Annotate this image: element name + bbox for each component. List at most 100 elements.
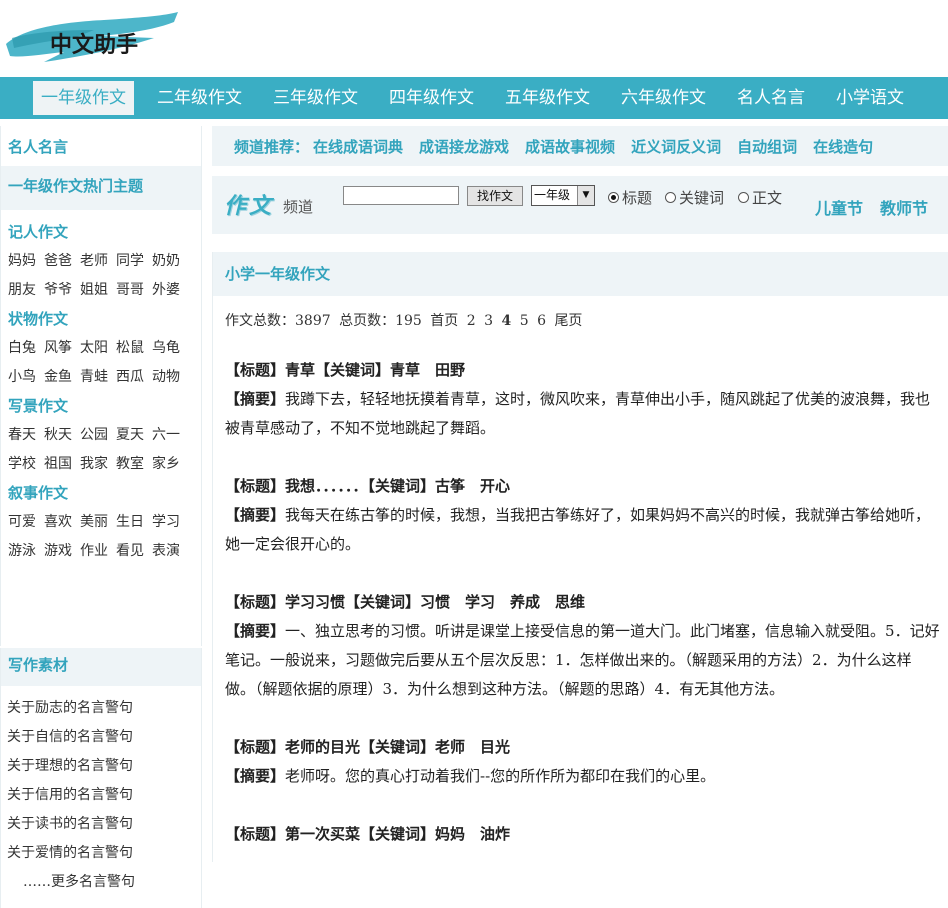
svg-text:CHINESEHELPER: CHINESEHELPER xyxy=(72,56,132,64)
festival-link-childrens-day[interactable]: 儿童节 xyxy=(815,195,863,219)
topic-link[interactable]: 白兔 xyxy=(8,334,36,363)
page-first[interactable]: 首页 xyxy=(430,313,458,329)
recommend-link[interactable]: 成语接龙游戏 xyxy=(419,136,509,157)
nav-grade2[interactable]: 二年级作文 xyxy=(149,81,250,115)
topic-link[interactable]: 六一 xyxy=(152,421,180,450)
nav-grade1[interactable]: 一年级作文 xyxy=(33,81,134,115)
topic-link[interactable]: 家乡 xyxy=(152,450,180,479)
sidebar-heading-quotes[interactable]: 名人名言 xyxy=(1,126,201,164)
nav-quotes[interactable]: 名人名言 xyxy=(729,81,813,115)
category-narrative[interactable]: 叙事作文 xyxy=(1,479,201,508)
topic-link[interactable]: 爸爸 xyxy=(44,247,72,276)
topic-link[interactable]: 西瓜 xyxy=(116,363,144,392)
nav-grade4[interactable]: 四年级作文 xyxy=(381,81,482,115)
topic-link[interactable]: 春天 xyxy=(8,421,36,450)
topic-link[interactable]: 太阳 xyxy=(80,334,108,363)
topic-link[interactable]: 外婆 xyxy=(152,276,180,305)
radio-label: 标题 xyxy=(622,187,652,208)
radio-title[interactable]: 标题 xyxy=(608,187,652,208)
topic-link[interactable]: 姐姐 xyxy=(80,276,108,305)
recommend-link[interactable]: 成语故事视频 xyxy=(525,136,615,157)
topic-link[interactable]: 哥哥 xyxy=(116,276,144,305)
topic-link[interactable]: 松鼠 xyxy=(116,334,144,363)
recommend-link[interactable]: 近义词反义词 xyxy=(631,136,721,157)
topic-link[interactable]: 青蛙 xyxy=(80,363,108,392)
page-link[interactable]: 5 xyxy=(520,313,529,329)
topic-link[interactable]: 看见 xyxy=(116,537,144,566)
nav-grade5[interactable]: 五年级作文 xyxy=(497,81,598,115)
sidebar-block-quotes: 名人名言 xyxy=(0,126,202,166)
radio-body[interactable]: 正文 xyxy=(738,187,782,208)
topic-link[interactable]: 秋天 xyxy=(44,421,72,450)
topic-link[interactable]: 爷爷 xyxy=(44,276,72,305)
topic-link[interactable]: 学校 xyxy=(8,450,36,479)
nav-grade6[interactable]: 六年级作文 xyxy=(613,81,714,115)
radio-label: 关键词 xyxy=(679,187,724,208)
search-input[interactable] xyxy=(343,186,459,205)
topic-link[interactable]: 游戏 xyxy=(44,537,72,566)
topic-link[interactable]: 夏天 xyxy=(116,421,144,450)
page-link[interactable]: 2 xyxy=(467,313,476,329)
recommend-link[interactable]: 在线成语词典 xyxy=(313,136,403,157)
material-link[interactable]: 关于爱情的名言警句 xyxy=(1,839,201,868)
search-button[interactable]: 找作文 xyxy=(467,186,523,206)
essay-entry: 【标题】青草【关键词】青草 田野 【摘要】我蹲下去，轻轻地抚摸着青草，这时，微风… xyxy=(213,356,948,443)
topic-link[interactable]: 游泳 xyxy=(8,537,36,566)
topic-link[interactable]: 作业 xyxy=(80,537,108,566)
topic-link[interactable]: 风筝 xyxy=(44,334,72,363)
topic-link[interactable]: 学习 xyxy=(152,508,180,537)
topic-link[interactable]: 我家 xyxy=(80,450,108,479)
topic-link[interactable]: 小鸟 xyxy=(8,363,36,392)
material-link[interactable]: 关于信用的名言警句 xyxy=(1,781,201,810)
page-link[interactable]: 6 xyxy=(537,313,546,329)
topic-row: 小鸟金鱼青蛙西瓜动物 xyxy=(1,363,201,392)
topic-link[interactable]: 乌龟 xyxy=(152,334,180,363)
pagination-stats: 作文总数：3897 总页数：195 首页 2 3 4 5 6 尾页 xyxy=(213,310,948,332)
essay-title[interactable]: 【标题】学习习惯【关键词】习惯 学习 养成 思维 xyxy=(225,588,940,617)
topic-link[interactable]: 教室 xyxy=(116,450,144,479)
radio-checked-icon xyxy=(608,192,619,203)
category-objects[interactable]: 状物作文 xyxy=(1,305,201,334)
topic-link[interactable]: 妈妈 xyxy=(8,247,36,276)
essay-title[interactable]: 【标题】青草【关键词】青草 田野 xyxy=(225,356,940,385)
topic-link[interactable]: 可爱 xyxy=(8,508,36,537)
topic-link[interactable]: 金鱼 xyxy=(44,363,72,392)
topic-row: 妈妈爸爸老师同学奶奶 xyxy=(1,247,201,276)
abstract-tag: 【摘要】 xyxy=(225,767,285,785)
nav-grade3[interactable]: 三年级作文 xyxy=(265,81,366,115)
grade-select[interactable]: 一年级▼ xyxy=(531,185,595,206)
topic-link[interactable]: 美丽 xyxy=(80,508,108,537)
chevron-down-icon: ▼ xyxy=(577,186,594,205)
topic-row: 白兔风筝太阳松鼠乌龟 xyxy=(1,334,201,363)
site-logo[interactable]: 中文助手 CHINESEHELPER xyxy=(4,8,182,70)
topic-link[interactable]: 奶奶 xyxy=(152,247,180,276)
topic-link[interactable]: 公园 xyxy=(80,421,108,450)
topic-link[interactable]: 老师 xyxy=(80,247,108,276)
more-quotes-link[interactable]: ……更多名言警句 xyxy=(1,868,201,897)
festival-link-teachers-day[interactable]: 教师节 xyxy=(880,195,928,219)
material-link[interactable]: 关于读书的名言警句 xyxy=(1,810,201,839)
search-bar: 作文 频道 找作文 一年级▼ 标题 关键词 正文 儿童节 教师节 xyxy=(212,176,948,234)
category-people[interactable]: 记人作文 xyxy=(1,218,201,247)
page-last[interactable]: 尾页 xyxy=(554,313,582,329)
topic-link[interactable]: 动物 xyxy=(152,363,180,392)
category-scenery[interactable]: 写景作文 xyxy=(1,392,201,421)
material-link[interactable]: 关于励志的名言警句 xyxy=(1,694,201,723)
topic-link[interactable]: 同学 xyxy=(116,247,144,276)
material-link[interactable]: 关于自信的名言警句 xyxy=(1,723,201,752)
topic-link[interactable]: 生日 xyxy=(116,508,144,537)
topic-link[interactable]: 表演 xyxy=(152,537,180,566)
topic-link[interactable]: 喜欢 xyxy=(44,508,72,537)
channel-label: 频道 xyxy=(283,196,313,217)
page-link[interactable]: 3 xyxy=(484,313,493,329)
material-link[interactable]: 关于理想的名言警句 xyxy=(1,752,201,781)
topic-link[interactable]: 朋友 xyxy=(8,276,36,305)
radio-keyword[interactable]: 关键词 xyxy=(665,187,724,208)
topic-link[interactable]: 祖国 xyxy=(44,450,72,479)
essay-title[interactable]: 【标题】我想．．．．．．【关键词】古筝 开心 xyxy=(225,472,940,501)
nav-primary-chinese[interactable]: 小学语文 xyxy=(828,81,912,115)
essay-title[interactable]: 【标题】老师的目光【关键词】老师 目光 xyxy=(225,733,940,762)
recommend-link[interactable]: 在线造句 xyxy=(813,136,873,157)
essay-title[interactable]: 【标题】第一次买菜【关键词】妈妈 油炸 xyxy=(225,820,940,849)
recommend-link[interactable]: 自动组词 xyxy=(737,136,797,157)
